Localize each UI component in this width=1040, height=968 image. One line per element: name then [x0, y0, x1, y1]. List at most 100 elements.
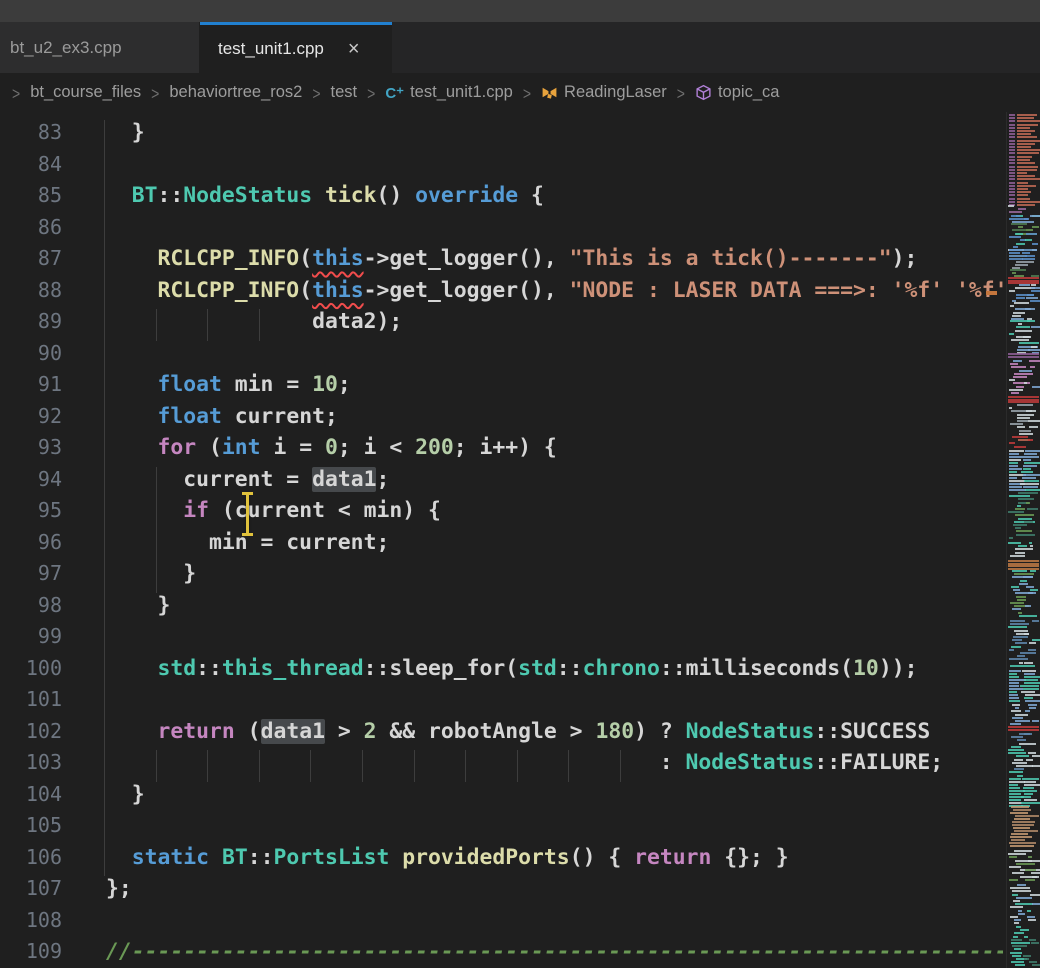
minimap-code-line — [1009, 658, 1027, 660]
indent-guide-icon — [207, 750, 208, 782]
line-number: 106 — [0, 845, 62, 877]
breadcrumb-item-readinglaser[interactable]: ReadingLaser — [541, 83, 667, 102]
minimap-code-line — [1016, 765, 1033, 767]
minimap-code-line — [1009, 198, 1015, 200]
code-line[interactable]: return (data1 > 2 && robotAngle > 180) ?… — [106, 719, 930, 751]
minimap-code-line — [1018, 498, 1033, 500]
minimap-code-line — [1011, 806, 1030, 808]
indent-guide-icon — [310, 750, 311, 782]
minimap-code-line — [1014, 932, 1024, 934]
line-number: 104 — [0, 782, 62, 814]
code-line[interactable]: RCLCPP_INFO(this->get_logger(), "NODE : … — [106, 278, 1003, 310]
minimap[interactable] — [1006, 112, 1040, 968]
minimap-code-line — [1013, 827, 1030, 829]
minimap-code-line — [1013, 809, 1031, 811]
minimap-code-line — [1019, 430, 1031, 432]
code-line[interactable]: float min = 10; — [106, 372, 351, 404]
code-line[interactable]: } — [106, 561, 196, 593]
minimap-code-line — [1009, 450, 1024, 452]
minimap-code-line — [1028, 649, 1036, 651]
tab-bt-u2-ex3-cpp[interactable]: bt_u2_ex3.cpp — [0, 22, 200, 73]
minimap-code-line — [1031, 872, 1040, 874]
minimap-code-line — [1013, 936, 1017, 938]
line-number: 95 — [0, 498, 62, 530]
minimap-code-line — [1023, 790, 1037, 792]
minimap-code-line — [1012, 315, 1021, 317]
indent-guide-icon — [156, 309, 157, 341]
line-number: 107 — [0, 876, 62, 908]
code-line[interactable]: float current; — [106, 404, 338, 436]
minimap-code-line — [1009, 879, 1019, 881]
chevron-right-icon: > — [677, 83, 685, 103]
breadcrumb-item-behaviortree-ros2[interactable]: behaviortree_ros2 — [169, 83, 302, 102]
chevron-right-icon: > — [312, 83, 320, 103]
minimap-code-line — [1025, 239, 1032, 241]
code-line[interactable]: } — [106, 782, 145, 814]
minimap-code-line — [1018, 208, 1027, 210]
minimap-code-line — [1023, 336, 1030, 338]
minimap-code-line — [1013, 524, 1027, 526]
code-line[interactable]: RCLCPP_INFO(this->get_logger(), "This is… — [106, 246, 917, 278]
close-icon[interactable]: × — [344, 39, 364, 59]
minimap-code-line — [1017, 182, 1028, 184]
minimap-code-line — [1011, 215, 1019, 217]
minimap-code-line — [1009, 127, 1015, 129]
minimap-code-line — [1016, 755, 1030, 757]
minimap-code-line — [1028, 919, 1036, 921]
minimap-code-line — [1009, 166, 1015, 168]
minimap-code-line — [1017, 188, 1028, 190]
minimap-code-line — [1026, 502, 1031, 504]
code-line[interactable]: }; — [106, 876, 132, 908]
code-line[interactable]: data2); — [106, 309, 402, 341]
minimap-code-line — [1010, 602, 1025, 604]
minimap-code-line — [1025, 450, 1040, 452]
minimap-code-line — [1030, 300, 1040, 302]
editor-scrollbar[interactable] — [981, 112, 1006, 968]
minimap-code-line — [1032, 876, 1039, 878]
minimap-code-line — [1020, 456, 1038, 458]
minimap-code-line — [1009, 697, 1019, 699]
indent-guide-icon — [156, 750, 157, 782]
minimap-code-line — [1023, 955, 1030, 957]
minimap-code-line — [1012, 570, 1027, 572]
breadcrumb-item-test-unit1-cpp[interactable]: C⁺ test_unit1.cpp — [385, 83, 513, 102]
tab-bar: bt_u2_ex3.cpp test_unit1.cpp × — [0, 22, 1040, 73]
code-line[interactable]: : NodeStatus::FAILURE; — [106, 750, 943, 782]
minimap-code-line — [1023, 465, 1037, 467]
minimap-code-line — [1025, 489, 1040, 491]
minimap-code-line — [1031, 287, 1040, 289]
minimap-code-line — [1008, 401, 1039, 403]
minimap-code-line — [1009, 156, 1015, 158]
breadcrumb-item-test[interactable]: test — [331, 83, 358, 102]
minimap-code-line — [1020, 580, 1028, 582]
minimap-code-line — [1011, 366, 1025, 368]
minimap-code-line — [1024, 733, 1032, 735]
code-line[interactable]: for (int i = 0; i < 200; i++) { — [106, 435, 557, 467]
code-line[interactable]: //--------------------------------------… — [106, 939, 1003, 968]
code-line[interactable]: std::this_thread::sleep_for(std::chrono:… — [106, 656, 917, 688]
breadcrumb-item-topic-callback[interactable]: topic_ca — [695, 83, 779, 102]
code-line[interactable]: } — [106, 120, 145, 152]
minimap-code-line — [1031, 326, 1040, 328]
minimap-code-line — [1019, 615, 1037, 617]
code-line[interactable]: BT::NodeStatus tick() override { — [106, 183, 544, 215]
minimap-code-line — [1017, 130, 1035, 132]
minimap-code-line — [1017, 114, 1037, 116]
minimap-code-line — [1009, 211, 1022, 213]
breadcrumb-item-bt-course-files[interactable]: bt_course_files — [30, 83, 141, 102]
minimap-code-line — [1030, 545, 1033, 547]
minimap-code-line — [1029, 707, 1036, 709]
minimap-code-line — [1021, 691, 1035, 693]
line-number: 88 — [0, 278, 62, 310]
line-number: 85 — [0, 183, 62, 215]
code-line[interactable]: static BT::PortsList providedPorts() { r… — [106, 845, 789, 877]
minimap-code-line — [1008, 626, 1026, 628]
minimap-code-line — [1017, 417, 1029, 419]
tab-test-unit1-cpp[interactable]: test_unit1.cpp × — [200, 22, 392, 73]
code-line[interactable]: } — [106, 593, 170, 625]
minimap-code-line — [1032, 243, 1038, 245]
code-pane[interactable]: 83 }8485 BT::NodeStatus tick() override … — [0, 112, 1003, 968]
minimap-code-line — [1015, 642, 1027, 644]
minimap-code-line — [1025, 700, 1040, 702]
minimap-code-line — [1009, 140, 1015, 142]
